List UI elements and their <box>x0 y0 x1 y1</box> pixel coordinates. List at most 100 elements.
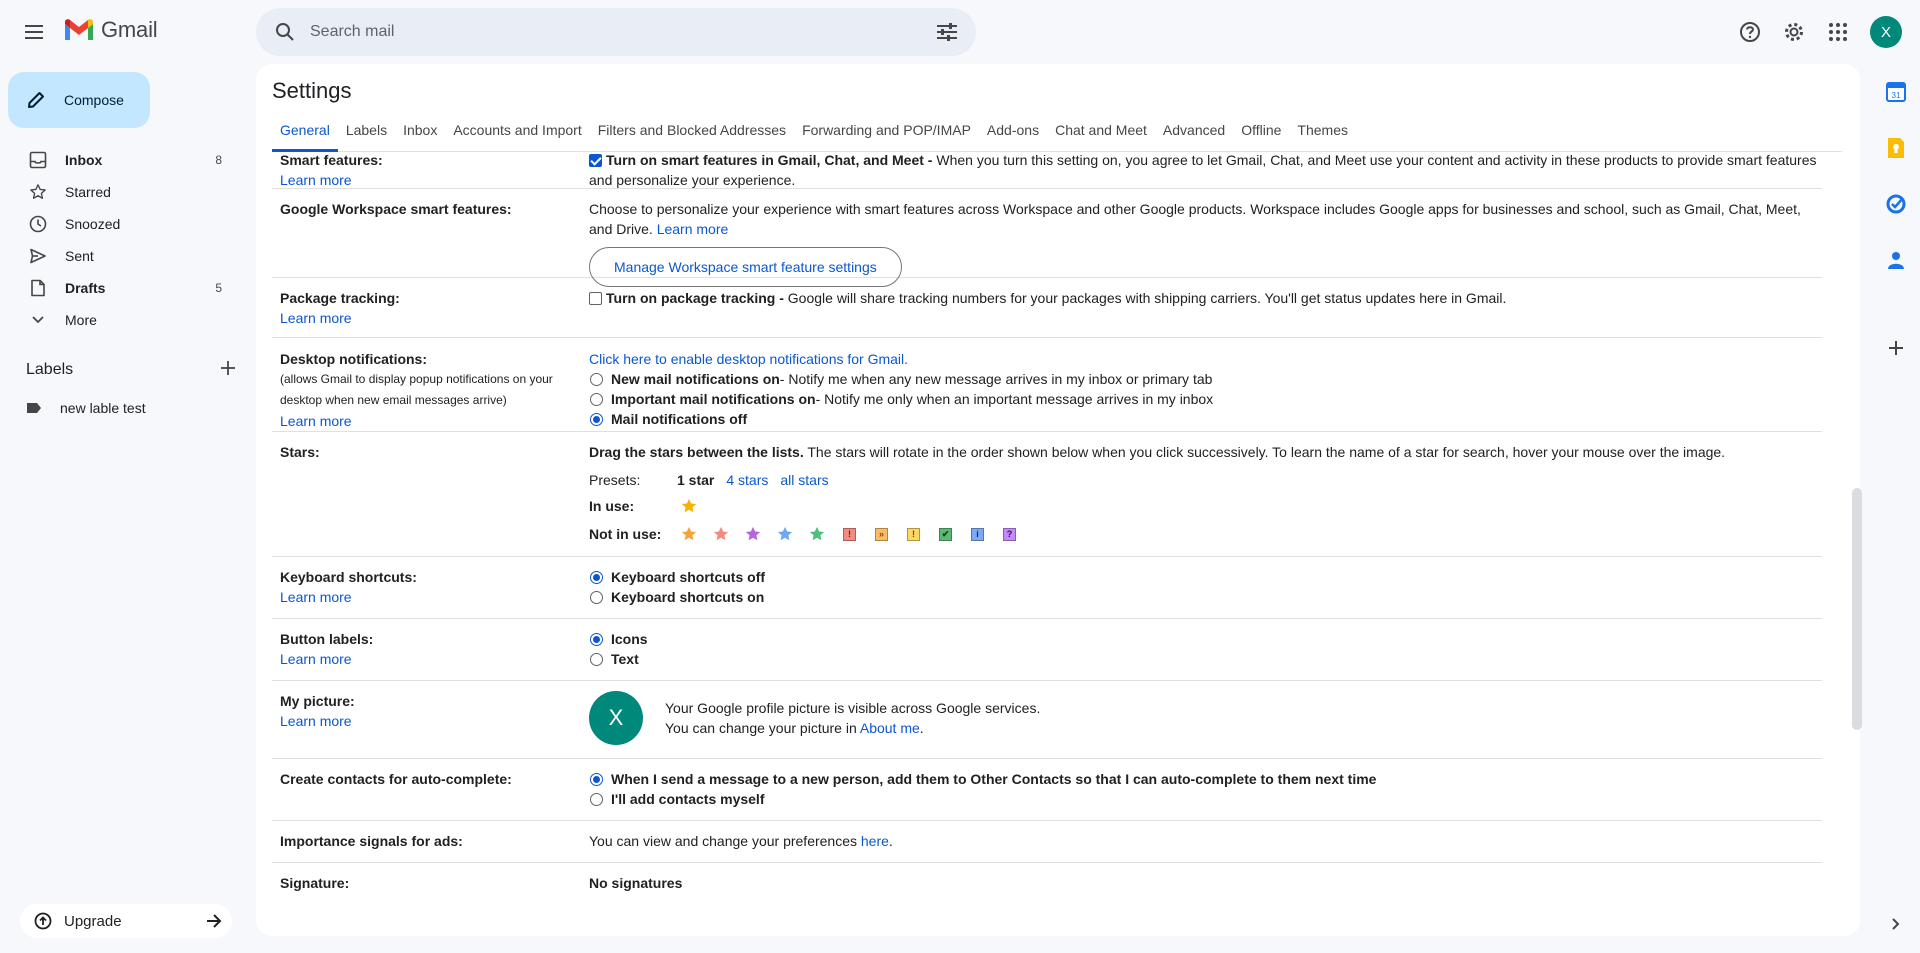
preset-all-stars[interactable]: all stars <box>780 470 828 490</box>
tab-filters[interactable]: Filters and Blocked Addresses <box>590 118 794 152</box>
create-label-button[interactable] <box>220 360 236 379</box>
compose-button[interactable]: Compose <box>8 72 150 128</box>
red-star-icon[interactable] <box>709 522 733 546</box>
orange-guillemet-icon[interactable]: » <box>875 527 888 541</box>
learn-more-link[interactable]: Learn more <box>280 170 570 190</box>
learn-more-link[interactable]: Learn more <box>280 587 570 607</box>
settings-button[interactable] <box>1774 12 1814 52</box>
radio-button-labels-text[interactable]: Text <box>589 649 1819 669</box>
radio-important-mail-notifications[interactable]: Important mail notifications on - Notify… <box>589 389 1819 409</box>
nav-item-drafts[interactable]: Drafts 5 <box>0 272 240 304</box>
nav-item-inbox[interactable]: Inbox 8 <box>0 144 240 176</box>
nav-item-more[interactable]: More <box>0 304 240 336</box>
preset-4-stars[interactable]: 4 stars <box>726 470 768 490</box>
tab-labels[interactable]: Labels <box>338 118 395 152</box>
get-add-ons-button[interactable] <box>1884 336 1908 360</box>
yellow-bang-icon[interactable]: ! <box>907 527 920 541</box>
tab-add-ons[interactable]: Add-ons <box>979 118 1047 152</box>
support-button[interactable] <box>1730 12 1770 52</box>
setting-stars: Stars: Drag the stars between the lists.… <box>272 433 1822 557</box>
tab-advanced[interactable]: Advanced <box>1155 118 1233 152</box>
main-menu-button[interactable] <box>19 16 51 48</box>
nav-item-snoozed[interactable]: Snoozed <box>0 208 240 240</box>
package-tracking-checkbox[interactable] <box>589 292 602 305</box>
blue-star-icon[interactable] <box>773 522 797 546</box>
radio-button[interactable] <box>590 792 603 806</box>
option-title: Keyboard shortcuts on <box>611 589 765 605</box>
nav-item-starred[interactable]: Starred <box>0 176 240 208</box>
radio-button-labels-icons[interactable]: Icons <box>589 629 1819 649</box>
keep-app-button[interactable] <box>1884 136 1908 160</box>
radio-button[interactable] <box>590 372 603 386</box>
purple-star-icon[interactable] <box>741 522 765 546</box>
red-bang-icon[interactable]: ! <box>843 527 856 541</box>
preset-1-star[interactable]: 1 star <box>677 470 714 490</box>
search-button[interactable] <box>270 17 300 47</box>
radio-button[interactable] <box>590 570 603 584</box>
radio-button[interactable] <box>590 772 603 786</box>
option-title: When I send a message to a new person, a… <box>611 771 1377 787</box>
settings-scrollbar[interactable] <box>1852 488 1862 730</box>
upgrade-label: Upgrade <box>64 912 122 930</box>
gear-icon <box>1785 23 1803 41</box>
radio-button[interactable] <box>590 412 603 426</box>
contacts-app-button[interactable] <box>1884 248 1908 272</box>
tab-accounts-and-import[interactable]: Accounts and Import <box>445 118 589 152</box>
nav-label: Drafts <box>65 280 106 296</box>
learn-more-link[interactable]: Learn more <box>280 711 570 731</box>
nav-label: Snoozed <box>65 216 121 232</box>
smart-features-checkbox[interactable] <box>589 154 602 167</box>
orange-star-icon[interactable] <box>677 522 701 546</box>
radio-button[interactable] <box>590 652 603 666</box>
google-apps-button[interactable] <box>1818 12 1858 52</box>
learn-more-link[interactable]: Learn more <box>280 411 570 431</box>
label-item[interactable]: new lable test <box>26 400 146 416</box>
gmail-m-icon <box>65 19 93 40</box>
manage-workspace-settings-button[interactable]: Manage Workspace smart feature settings <box>589 247 902 287</box>
radio-new-mail-notifications[interactable]: New mail notifications on - Notify me wh… <box>589 369 1819 389</box>
radio-auto-add-contacts[interactable]: When I send a message to a new person, a… <box>589 769 1819 789</box>
show-side-panel-button[interactable] <box>1884 912 1908 936</box>
green-star-icon[interactable] <box>805 522 829 546</box>
tasks-app-button[interactable] <box>1884 192 1908 216</box>
gmail-logo[interactable]: Gmail <box>63 17 158 43</box>
radio-button[interactable] <box>590 392 603 406</box>
upgrade-button[interactable]: Upgrade <box>20 904 232 938</box>
radio-keyboard-shortcuts-off[interactable]: Keyboard shortcuts off <box>589 567 1819 587</box>
tab-chat-and-meet[interactable]: Chat and Meet <box>1047 118 1155 152</box>
tab-inbox[interactable]: Inbox <box>395 118 445 152</box>
nav-label: Starred <box>65 184 111 200</box>
tab-general[interactable]: General <box>272 118 338 152</box>
radio-add-contacts-myself[interactable]: I'll add contacts myself <box>589 789 1819 809</box>
purple-question-icon[interactable]: ? <box>1003 527 1016 541</box>
learn-more-link[interactable]: Learn more <box>280 649 570 669</box>
workspace-learn-more-link[interactable]: Learn more <box>657 221 729 237</box>
green-check-icon[interactable]: ✔ <box>939 527 952 541</box>
learn-more-link[interactable]: Learn more <box>280 308 570 328</box>
page-title: Settings <box>272 78 352 103</box>
tab-themes[interactable]: Themes <box>1289 118 1356 152</box>
radio-button[interactable] <box>590 590 603 604</box>
profile-picture[interactable]: X <box>589 691 643 745</box>
nav-item-sent[interactable]: Sent <box>0 240 240 272</box>
radio-keyboard-shortcuts-on[interactable]: Keyboard shortcuts on <box>589 587 1819 607</box>
tab-forwarding[interactable]: Forwarding and POP/IMAP <box>794 118 979 152</box>
ads-preferences-link[interactable]: here <box>861 833 889 849</box>
tab-offline[interactable]: Offline <box>1233 118 1289 152</box>
blue-info-icon[interactable]: i <box>971 527 984 541</box>
radio-mail-notifications-off[interactable]: Mail notifications off <box>589 409 1819 429</box>
radio-button[interactable] <box>590 632 603 646</box>
account-avatar[interactable]: X <box>1870 16 1902 48</box>
inbox-icon <box>29 151 47 169</box>
about-me-link[interactable]: About me <box>860 720 920 736</box>
enable-desktop-notifications-link[interactable]: Click here to enable desktop notificatio… <box>589 351 908 367</box>
top-bar: Gmail X <box>0 0 1920 64</box>
package-tracking-description: Google will share tracking numbers for y… <box>783 290 1507 306</box>
setting-label: My picture: <box>280 693 355 709</box>
yellow-star-icon[interactable] <box>677 494 701 518</box>
calendar-app-button[interactable]: 31 <box>1884 80 1908 104</box>
search-options-button[interactable] <box>932 17 962 47</box>
smart-features-title: Turn on smart features in Gmail, Chat, a… <box>606 153 933 168</box>
setting-label: Keyboard shortcuts: <box>280 569 417 585</box>
search-input[interactable] <box>310 23 932 41</box>
